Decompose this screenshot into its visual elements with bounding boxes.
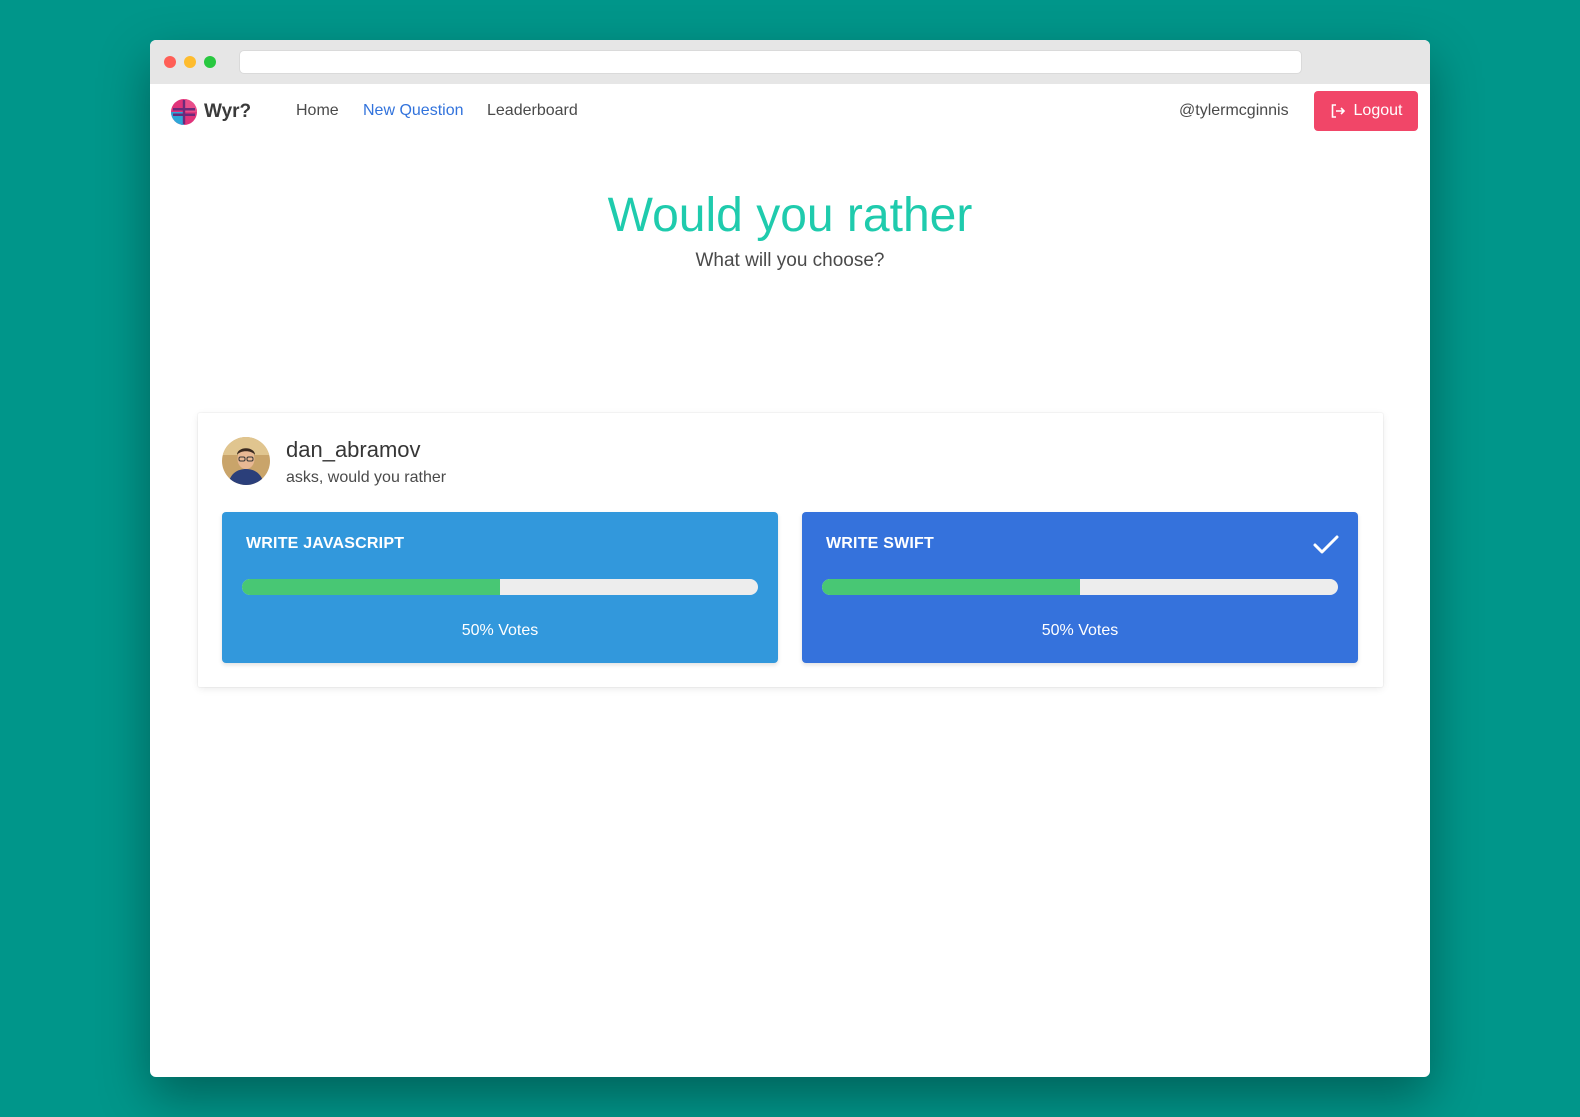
option-two-progress-fill xyxy=(822,579,1080,595)
wyr-logo-icon xyxy=(171,99,197,125)
question-prompt: asks, would you rather xyxy=(286,469,447,486)
option-two-votes: 50% Votes xyxy=(1041,622,1119,639)
nav-new-question[interactable]: New Question xyxy=(363,102,464,120)
minimize-window-button[interactable] xyxy=(184,56,196,68)
question-card: dan_abramov asks, would you rather WRITE… xyxy=(198,413,1383,687)
page-subtitle: What will you choose? xyxy=(695,250,885,271)
nav-home[interactable]: Home xyxy=(296,102,339,120)
avatar xyxy=(222,437,270,485)
option-one-votes: 50% Votes xyxy=(461,622,539,639)
option-one-progress-fill xyxy=(242,579,500,595)
browser-chrome xyxy=(150,40,1430,84)
browser-window: Wyr? Home New Question Leaderboard @tyle… xyxy=(150,40,1430,1077)
option-two-card[interactable]: WRITE SWIFT 50% Votes xyxy=(802,512,1358,663)
option-one-progress xyxy=(242,579,758,595)
page-title: Would you rather xyxy=(607,189,973,242)
logout-button[interactable]: Logout xyxy=(1314,91,1418,131)
maximize-window-button[interactable] xyxy=(204,56,216,68)
navbar: Wyr? Home New Question Leaderboard @tyle… xyxy=(150,84,1430,140)
logout-label: Logout xyxy=(1353,102,1403,119)
logout-icon xyxy=(1331,104,1345,118)
hero: Would you rather What will you choose? xyxy=(150,188,1430,272)
question-author: dan_abramov xyxy=(286,437,421,462)
brand[interactable]: Wyr? xyxy=(170,98,251,126)
option-two-label: WRITE SWIFT xyxy=(826,535,934,552)
checkmark-icon xyxy=(1313,535,1339,554)
current-username: @tylermcginnis xyxy=(1179,102,1289,119)
brand-name: Wyr? xyxy=(204,101,252,122)
option-one-card[interactable]: WRITE JAVASCRIPT 50% Votes xyxy=(222,512,778,663)
nav-leaderboard[interactable]: Leaderboard xyxy=(487,102,578,120)
address-bar[interactable] xyxy=(239,50,1302,74)
option-one-label: WRITE JAVASCRIPT xyxy=(246,535,405,552)
option-two-progress xyxy=(822,579,1338,595)
close-window-button[interactable] xyxy=(164,56,176,68)
